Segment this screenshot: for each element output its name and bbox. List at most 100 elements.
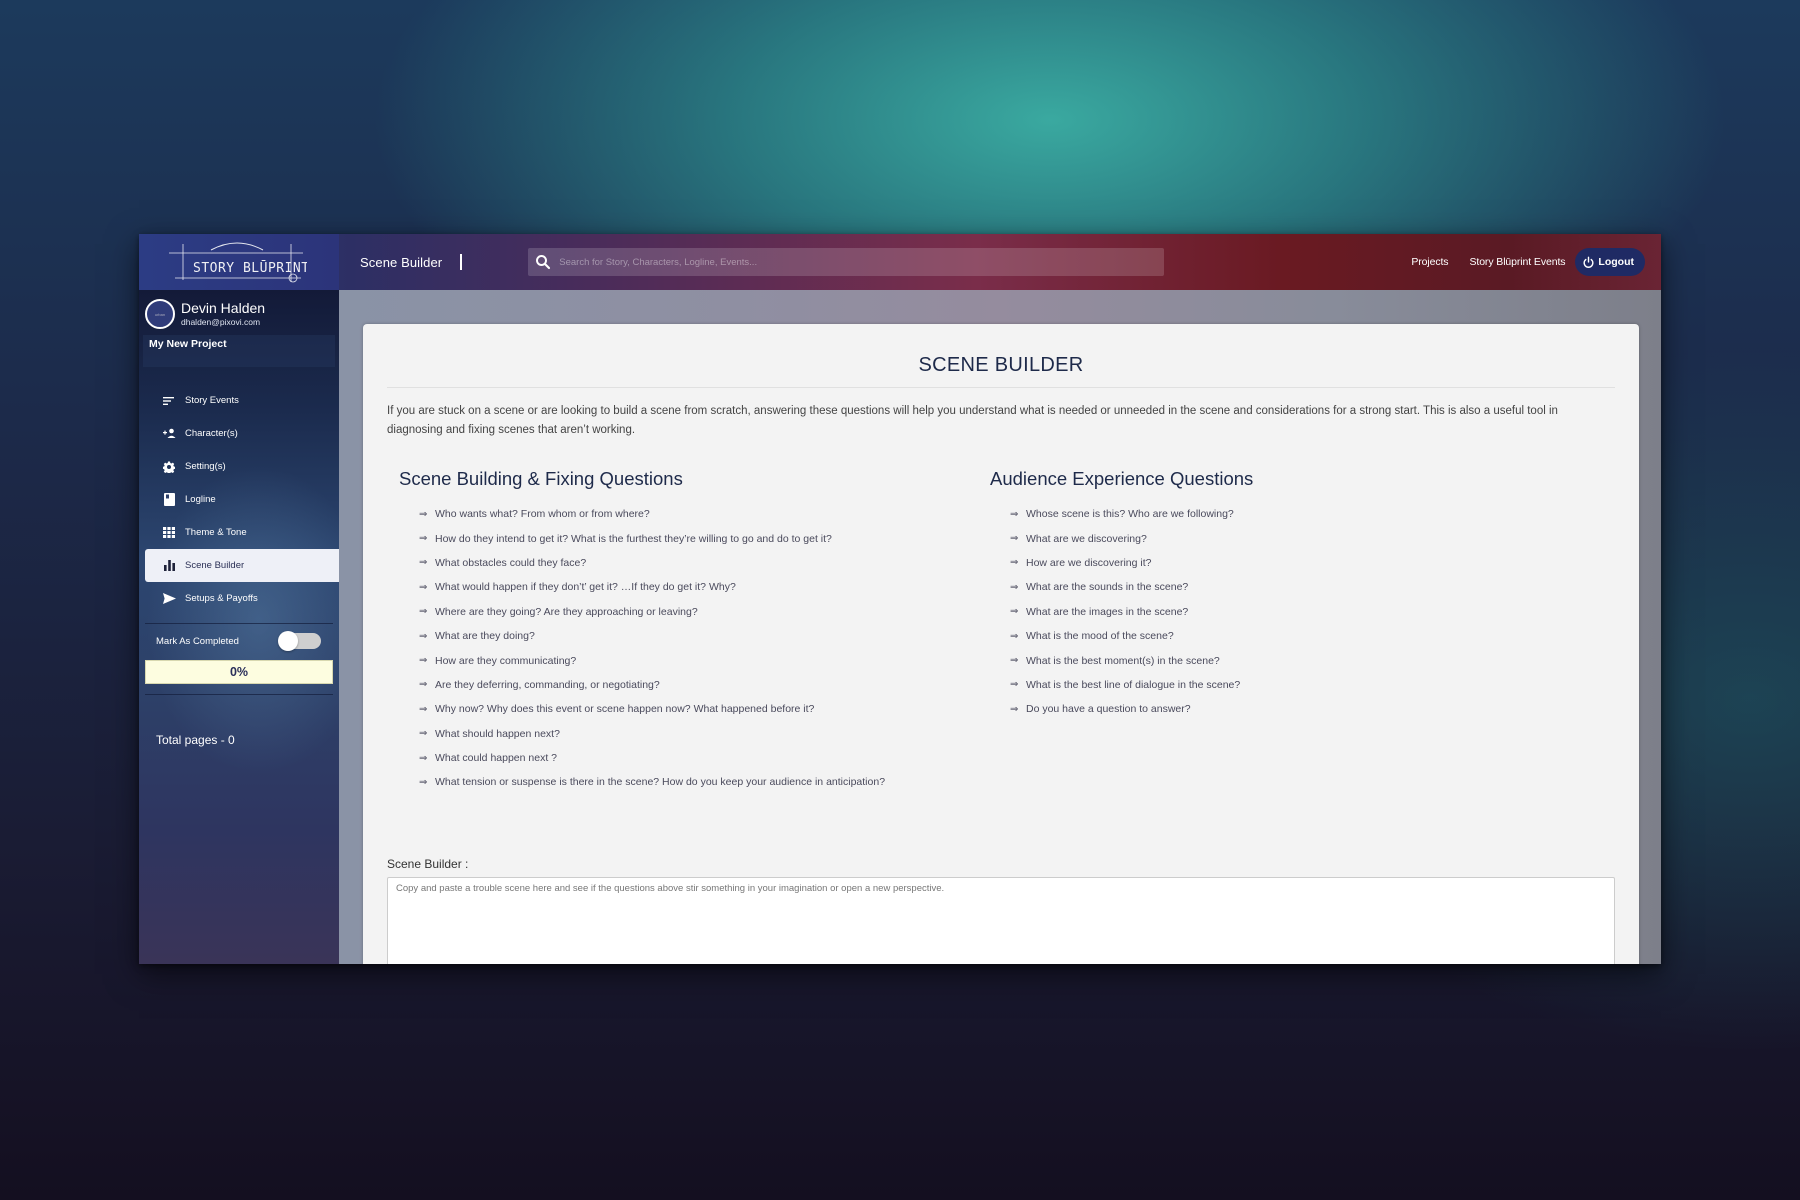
question-text: Why now? Why does this event or scene ha… (435, 703, 815, 716)
double-arrow-icon: ⇒ (1010, 508, 1019, 520)
mark-completed-toggle[interactable] (278, 631, 321, 651)
mark-completed-label: Mark As Completed (156, 635, 239, 647)
question-item: ⇒ What obstacles could they face? (419, 551, 990, 575)
top-navbar: STORY BLŪPRINT Scene Builder Projects St… (139, 234, 1661, 290)
search-input[interactable] (559, 256, 1140, 268)
question-text: What could happen next ? (435, 752, 558, 765)
sidebar-item-label: Setting(s) (185, 461, 226, 472)
right-heading: Audience Experience Questions (990, 468, 1254, 489)
question-item: ⇒ How are we discovering it? (1010, 551, 1590, 575)
scene-builder-label: Scene Builder : (387, 856, 469, 871)
project-name[interactable]: My New Project (143, 335, 335, 367)
avatar-text: urban (154, 311, 166, 317)
double-arrow-icon: ⇒ (1010, 557, 1019, 569)
progress-text: 0% (229, 665, 249, 679)
sidebar: urban Devin Halden dhalden@pixovi.com My… (139, 290, 339, 964)
sidebar-menu: Story Events Character(s) Setting(s) Log… (139, 384, 339, 615)
mark-completed-row: Mark As Completed (139, 626, 339, 656)
user-name: Devin Halden (181, 300, 266, 316)
sidebar-item-label: Setups & Payoffs (185, 593, 258, 604)
gear-icon (162, 460, 176, 474)
power-icon (1583, 256, 1594, 268)
question-text: How are we discovering it? (1026, 556, 1152, 569)
double-arrow-icon: ⇒ (1010, 533, 1019, 545)
question-text: What are the sounds in the scene? (1026, 581, 1189, 594)
question-item: ⇒ Who wants what? From whom or from where… (419, 502, 990, 526)
question-text: What is the mood of the scene? (1026, 630, 1174, 643)
sidebar-item-story-events[interactable]: Story Events (145, 384, 339, 417)
double-arrow-icon: ⇒ (419, 728, 428, 740)
question-item: ⇒ What are the images in the scene? (1010, 600, 1590, 624)
double-arrow-icon: ⇒ (419, 630, 428, 642)
sidebar-item-characters[interactable]: Character(s) (145, 417, 339, 450)
page-title: SCENE BUILDER (918, 354, 1084, 376)
question-item: ⇒ What could happen next ? (419, 746, 990, 770)
double-arrow-icon: ⇒ (419, 703, 428, 715)
sidebar-item-scene-builder[interactable]: Scene Builder (145, 549, 339, 582)
intro-text: If you are stuck on a scene or are looki… (387, 405, 1558, 436)
left-heading: Scene Building & Fixing Questions (399, 468, 683, 489)
question-item: ⇒ Why now? Why does this event or scene h… (419, 697, 990, 721)
scene-building-questions: Scene Building & Fixing Questions ⇒ Who w… (363, 468, 990, 795)
question-item: ⇒ Are they deferring, commanding, or nego… (419, 673, 990, 697)
double-arrow-icon: ⇒ (419, 557, 428, 569)
sidebar-item-theme-tone[interactable]: Theme & Tone (145, 516, 339, 549)
sidebar-item-label: Theme & Tone (185, 527, 247, 538)
double-arrow-icon: ⇒ (419, 533, 428, 545)
question-item: ⇒ What are they doing? (419, 624, 990, 648)
logout-button[interactable]: Logout (1575, 248, 1645, 276)
question-text: How are they communicating? (435, 654, 577, 667)
sidebar-item-setups-payoffs[interactable]: Setups & Payoffs (145, 582, 339, 615)
question-text: What are we discovering? (1026, 532, 1147, 545)
question-text: Where are they going? Are they approachi… (435, 605, 698, 618)
search-icon (536, 255, 551, 270)
double-arrow-icon: ⇒ (419, 752, 428, 764)
title-separator (460, 254, 463, 270)
total-pages: Total pages - 0 (156, 733, 235, 747)
user-email: dhalden@pixovi.com (181, 317, 261, 327)
double-arrow-icon: ⇒ (419, 508, 428, 520)
search-bar[interactable] (528, 248, 1165, 276)
question-text: Do you have a question to answer? (1026, 703, 1191, 716)
avatar[interactable]: urban (145, 299, 175, 329)
sidebar-item-settings[interactable]: Setting(s) (145, 450, 339, 483)
progress-indicator: 0% (145, 660, 333, 684)
sidebar-divider (145, 694, 333, 695)
double-arrow-icon: ⇒ (1010, 630, 1019, 642)
scene-builder-textarea[interactable] (387, 876, 1615, 964)
question-text: Who wants what? From whom or from where? (435, 508, 650, 521)
audience-experience-questions: Audience Experience Questions ⇒ Whose sce… (990, 468, 1590, 795)
question-item: ⇒ What is the best moment(s) in the scene… (1010, 648, 1590, 672)
question-item: ⇒ Where are they going? Are they approach… (419, 600, 990, 624)
question-item: ⇒ What are we discovering? (1010, 526, 1590, 550)
question-item: ⇒ Do you have a question to answer? (1010, 697, 1590, 721)
question-text: What is the best line of dialogue in the… (1026, 678, 1241, 691)
nav-link-projects[interactable]: Projects (1411, 256, 1448, 268)
double-arrow-icon: ⇒ (419, 776, 428, 788)
app-window: STORY BLŪPRINT Scene Builder Projects St… (139, 234, 1661, 964)
sort-lines-icon (162, 394, 176, 408)
question-text: What would happen if they don’t’ get it?… (435, 581, 736, 594)
sidebar-item-label: Story Events (185, 395, 239, 406)
sidebar-item-logline[interactable]: Logline (145, 483, 339, 516)
question-text: What are the images in the scene? (1026, 605, 1189, 618)
double-arrow-icon: ⇒ (419, 581, 428, 593)
grid-icon (162, 526, 176, 540)
question-item: ⇒ Whose scene is this? Who are we followi… (1010, 502, 1590, 526)
add-person-icon (162, 427, 176, 441)
double-arrow-icon: ⇒ (419, 655, 428, 667)
question-text: What tension or suspense is there in the… (435, 776, 886, 789)
question-item: ⇒ How do they intend to get it? What is t… (419, 526, 990, 550)
sidebar-divider (145, 623, 333, 624)
question-text: Are they deferring, commanding, or negot… (435, 678, 660, 691)
story-bluprint-logo-icon: STORY BLŪPRINT (169, 242, 307, 283)
question-item: ⇒ What would happen if they don’t’ get it… (419, 575, 990, 599)
send-icon (162, 592, 176, 606)
right-question-list: ⇒ Whose scene is this? Who are we followi… (990, 502, 1590, 722)
sidebar-item-label: Character(s) (185, 428, 238, 439)
double-arrow-icon: ⇒ (419, 679, 428, 691)
scene-builder-card: SCENE BUILDER If you are stuck on a scen… (363, 324, 1639, 964)
double-arrow-icon: ⇒ (1010, 703, 1019, 715)
logo[interactable]: STORY BLŪPRINT (139, 234, 339, 290)
nav-link-story-bluprint-events[interactable]: Story Blūprint Events (1469, 256, 1565, 268)
